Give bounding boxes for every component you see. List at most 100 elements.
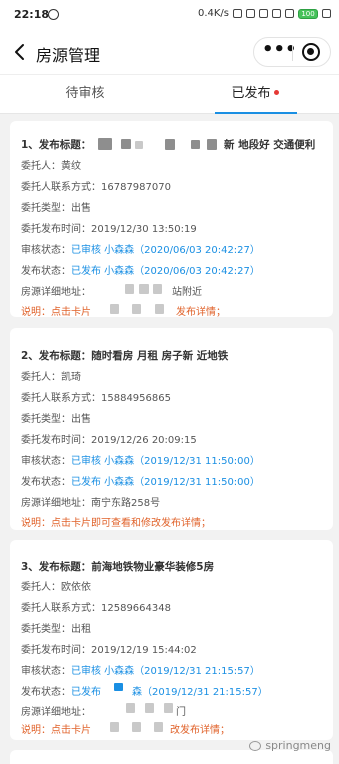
client-phone-row: 委托人联系方式：15884956865: [21, 389, 171, 404]
delegation-type-row: 委托类型：出租: [21, 620, 91, 635]
publish-status-tail-text: 森（2019/12/31 21:15:57）: [132, 687, 268, 698]
listing-card[interactable]: 1、发布标题： 新 地段好 交通便利 委托人：黄纹 委托人联系方式：167879…: [10, 121, 333, 318]
wechat-watermark-icon: [249, 740, 262, 751]
client-phone: 16787987070: [101, 182, 171, 193]
client-name: 委托人：欧依依: [21, 582, 91, 593]
client-phone: 12589664348: [101, 603, 171, 614]
publish-status-label: 发布状态：: [21, 477, 71, 488]
battery-icon: 100: [298, 8, 318, 19]
tab-published[interactable]: 已发布: [215, 75, 295, 115]
publish-request-time: 2019/12/26 20:09:15: [91, 435, 197, 446]
listing-title: 1、发布标题：: [21, 137, 91, 152]
client-phone-label: 委托人联系方式：: [21, 182, 101, 193]
review-status: 已审核 小森森（2020/06/03 20:42:27）: [71, 245, 260, 256]
publish-request-time-row: 委托发布时间：2019/12/19 15:44:02: [21, 641, 197, 656]
active-tab-underline: [215, 112, 297, 114]
review-status-label: 审核状态：: [21, 245, 71, 256]
charging-icon: [322, 9, 331, 18]
back-arrow-icon[interactable]: [10, 42, 30, 62]
listing-card[interactable]: 3、发布标题：前海地铁物业豪华装修5房 委托人：欧依依 委托人联系方式：1258…: [10, 540, 333, 740]
publish-status-label: 发布状态：: [21, 687, 71, 698]
publish-status: 已发布 小森森（2020/06/03 20:42:27）: [71, 266, 260, 277]
redaction-block: [125, 284, 134, 294]
address: 南宁东路258号: [91, 498, 161, 509]
close-mini-program-button[interactable]: [302, 43, 320, 61]
address: 站附近: [172, 287, 202, 298]
delegation-type-row: 委托类型：出售: [21, 410, 91, 425]
publish-request-time: 2019/12/19 15:44:02: [91, 645, 197, 656]
watermark: springmeng: [249, 739, 331, 752]
capsule-divider: [292, 45, 293, 61]
publish-status-row: 发布状态：已发布: [21, 683, 101, 698]
signal-icon: [259, 9, 268, 18]
address-label: 房源详细地址：: [21, 498, 91, 509]
review-status-label: 审核状态：: [21, 666, 71, 677]
page-title: 房源管理: [36, 46, 101, 65]
redaction-block: [139, 284, 149, 294]
status-bar: 22:18 0.4K/s 100: [0, 0, 339, 30]
redaction-block: [135, 141, 143, 149]
card-hint: 说明：点击卡片: [21, 725, 91, 736]
address-label: 房源详细地址：: [21, 707, 91, 718]
redaction-block: [126, 703, 135, 713]
review-status-row: 审核状态：已审核 小森森（2019/12/31 11:50:00）: [21, 452, 260, 467]
tab-pending-review[interactable]: 待审核: [0, 75, 170, 115]
delegation-type-row: 委托类型：出售: [21, 199, 91, 214]
wechat-icon: [48, 9, 59, 20]
redaction-block: [191, 140, 200, 149]
client-name: 委托人：黄纹: [21, 161, 81, 172]
wifi-icon: [285, 9, 294, 18]
publish-status-row: 发布状态：已发布 小森森（2020/06/03 20:42:27）: [21, 262, 260, 277]
client-phone-row: 委托人联系方式：16787987070: [21, 178, 171, 193]
delegation-type: 出租: [71, 624, 91, 635]
address-label: 房源详细地址：: [21, 287, 91, 298]
review-status-label: 审核状态：: [21, 456, 71, 467]
status-time: 22:18: [14, 8, 50, 21]
redaction-block: [164, 703, 173, 713]
card-hint: 说明：点击卡片: [21, 307, 91, 318]
redaction-block: [154, 722, 163, 732]
redaction-block: [207, 139, 217, 150]
publish-request-time: 2019/12/30 13:50:19: [91, 224, 197, 235]
watermark-text: springmeng: [265, 739, 331, 752]
listing-title-prefix: 1、发布标题：: [21, 139, 92, 151]
client-name: 委托人：凯琦: [21, 372, 81, 383]
nav-bar: 房源管理 •••: [0, 30, 339, 74]
more-menu-button[interactable]: •••: [262, 41, 297, 63]
redaction-block: [114, 683, 123, 691]
client-phone: 15884956865: [101, 393, 171, 404]
network-speed: 0.4K/s: [197, 8, 229, 19]
redaction-block: [155, 304, 164, 314]
publish-status-label: 发布状态：: [21, 266, 71, 277]
bluetooth-icon: [233, 9, 242, 18]
publish-status-tail: 森（2019/12/31 21:15:57）: [132, 683, 268, 698]
publish-request-time-row: 委托发布时间：2019/12/30 13:50:19: [21, 220, 197, 235]
redaction-block: [145, 703, 154, 713]
publish-request-time-label: 委托发布时间：: [21, 435, 91, 446]
delegation-type: 出售: [71, 414, 91, 425]
card-hint: 说明：点击卡片即可查看和修改发布详情；: [21, 518, 211, 529]
review-status-row: 审核状态：已审核 小森森（2020/06/03 20:42:27）: [21, 241, 260, 256]
redaction-block: [121, 139, 131, 149]
address: 门: [176, 707, 186, 718]
card-hint-tail: 改发布详情；: [170, 725, 230, 736]
client-phone-label: 委托人联系方式：: [21, 393, 101, 404]
listing-title: 3、发布标题：前海地铁物业豪华装修5房: [21, 561, 215, 573]
client-phone-label: 委托人联系方式：: [21, 603, 101, 614]
redaction-block: [153, 284, 162, 294]
listing-title-suffix: 新 地段好 交通便利: [224, 139, 316, 151]
delegation-type-label: 委托类型：: [21, 414, 71, 425]
delegation-type-label: 委托类型：: [21, 203, 71, 214]
delegation-type: 出售: [71, 203, 91, 214]
publish-request-time-label: 委托发布时间：: [21, 224, 91, 235]
card-hint-tail: 发布详情；: [176, 307, 226, 318]
new-indicator-dot: [273, 90, 279, 95]
listing-card[interactable]: [10, 750, 333, 764]
alarm-icon: [246, 9, 255, 18]
publish-request-time-row: 委托发布时间：2019/12/26 20:09:15: [21, 431, 197, 446]
review-status: 已审核 小森森（2019/12/31 21:15:57）: [71, 666, 260, 677]
redaction-block: [110, 722, 119, 732]
redaction-block: [110, 304, 119, 314]
listing-card[interactable]: 2、发布标题：随时看房 月租 房子新 近地铁 委托人：凯琦 委托人联系方式：15…: [10, 328, 333, 530]
delegation-type-label: 委托类型：: [21, 624, 71, 635]
